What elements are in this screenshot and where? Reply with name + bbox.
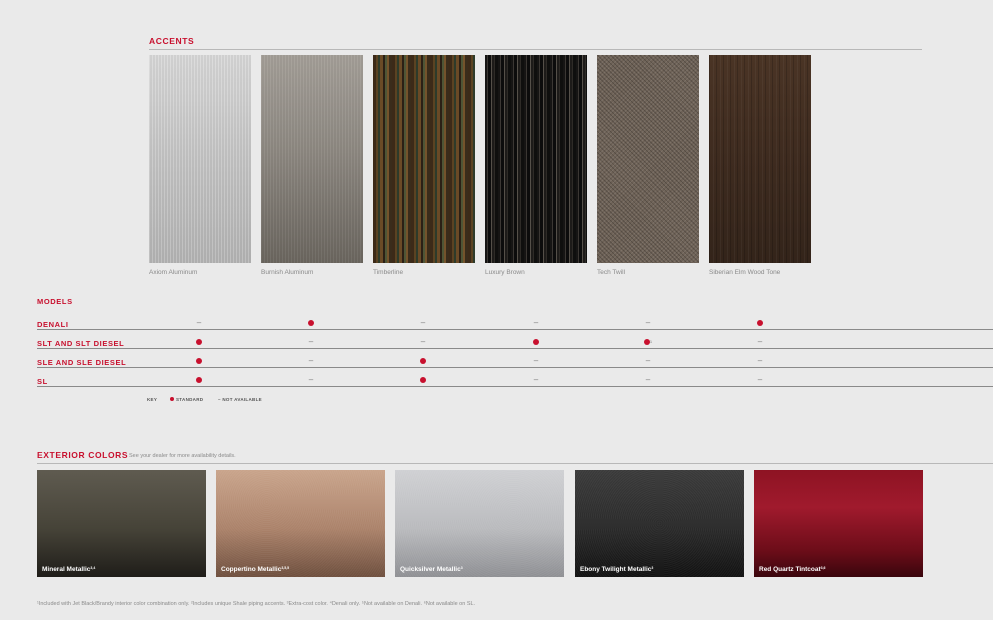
not-available-dash: –: [533, 356, 539, 365]
key-label: KEY: [147, 397, 158, 402]
model-row: DENALI – – – –: [37, 314, 993, 333]
not-available-dash: –: [757, 356, 763, 365]
model-name: SLT AND SLT DIESEL: [37, 339, 125, 348]
standard-dot-icon: [753, 318, 767, 328]
not-available-dash: –: [308, 356, 314, 365]
timberline-label: Timberline: [373, 269, 404, 276]
model-row: SLT AND SLT DIESEL – – 1 –: [37, 333, 993, 352]
not-available-dash: –: [533, 318, 539, 327]
footnotes: ¹Included with Jet Black/Brandy interior…: [37, 601, 476, 607]
red-quartz-tintcoat-label: Red Quartz Tintcoat3,6: [759, 566, 826, 573]
axiom-aluminum-label: Axiom Aluminum: [149, 269, 198, 276]
model-name: SL: [37, 377, 48, 386]
not-available-dash: –: [308, 337, 314, 346]
exterior-divider: [37, 463, 993, 464]
standard-dot-icon: [416, 356, 430, 366]
footnote-marker: 1: [649, 339, 653, 344]
standard-dot-icon: 1: [641, 337, 655, 347]
not-available-dash: –: [645, 375, 651, 384]
axiom-aluminum-swatch[interactable]: [149, 55, 251, 263]
standard-dot-icon: [196, 376, 202, 383]
quicksilver-metallic-chip[interactable]: Quicksilver Metallic3: [395, 470, 564, 577]
siberian-elm-label: Siberian Elm Wood Tone: [709, 269, 781, 276]
luxury-brown-label: Luxury Brown: [485, 269, 525, 276]
luxury-brown-swatch[interactable]: [485, 55, 587, 263]
standard-dot-icon: [533, 338, 539, 345]
model-row: SLE AND SLE DIESEL – – – –: [37, 352, 993, 371]
exterior-colors-subtitle: See your dealer for more availability de…: [129, 453, 236, 459]
row-divider: [37, 386, 993, 387]
not-available-dash: –: [420, 318, 426, 327]
siberian-elm-swatch[interactable]: [709, 55, 811, 263]
coppertino-metallic-chip[interactable]: Coppertino Metallic3,5,5: [216, 470, 385, 577]
row-divider: [37, 367, 993, 368]
not-available-dash: –: [533, 375, 539, 384]
key-standard: STANDARD: [170, 397, 203, 402]
standard-dot-icon: [420, 357, 426, 364]
burnish-aluminum-label: Burnish Aluminum: [261, 269, 314, 276]
standard-dot-icon: [170, 397, 174, 401]
quicksilver-metallic-label: Quicksilver Metallic3: [400, 566, 463, 573]
standard-dot-icon: [196, 357, 202, 364]
standard-dot-icon: [192, 337, 206, 347]
models-title: MODELS: [37, 297, 73, 306]
tech-twill-label: Tech Twill: [597, 269, 626, 276]
burnish-aluminum-swatch[interactable]: [261, 55, 363, 263]
standard-dot-icon: [192, 375, 206, 385]
mineral-metallic-chip[interactable]: Mineral Metallic3,4: [37, 470, 206, 577]
key-standard-label: STANDARD: [176, 397, 204, 402]
timberline-swatch[interactable]: [373, 55, 475, 263]
accents-title: ACCENTS: [149, 36, 195, 46]
key-not-available: – NOT AVAILABLE: [218, 397, 262, 402]
standard-dot-icon: [416, 375, 430, 385]
not-available-dash: –: [757, 375, 763, 384]
ebony-twilight-metallic-label: Ebony Twilight Metallic3: [580, 566, 654, 573]
exterior-colors-title: EXTERIOR COLORS: [37, 450, 129, 460]
standard-dot-icon: [192, 356, 206, 366]
ebony-twilight-metallic-chip[interactable]: Ebony Twilight Metallic3: [575, 470, 744, 577]
standard-dot-icon: [420, 376, 426, 383]
accents-divider: [149, 49, 922, 50]
model-name: SLE AND SLE DIESEL: [37, 358, 127, 367]
standard-dot-icon: [308, 319, 314, 326]
model-name: DENALI: [37, 320, 69, 329]
model-row: SL – – – –: [37, 371, 993, 390]
standard-dot-icon: [529, 337, 543, 347]
not-available-dash: –: [645, 356, 651, 365]
not-available-dash: –: [420, 337, 426, 346]
not-available-dash: –: [645, 318, 651, 327]
tech-twill-swatch[interactable]: [597, 55, 699, 263]
coppertino-metallic-label: Coppertino Metallic3,5,5: [221, 566, 290, 573]
row-divider: [37, 329, 993, 330]
not-available-dash: –: [757, 337, 763, 346]
mineral-metallic-label: Mineral Metallic3,4: [42, 566, 96, 573]
row-divider: [37, 348, 993, 349]
standard-dot-icon: [757, 319, 763, 326]
standard-dot-icon: [196, 338, 202, 345]
red-quartz-tintcoat-chip[interactable]: Red Quartz Tintcoat3,6: [754, 470, 923, 577]
not-available-dash: –: [196, 318, 202, 327]
not-available-dash: –: [308, 375, 314, 384]
standard-dot-icon: [304, 318, 318, 328]
